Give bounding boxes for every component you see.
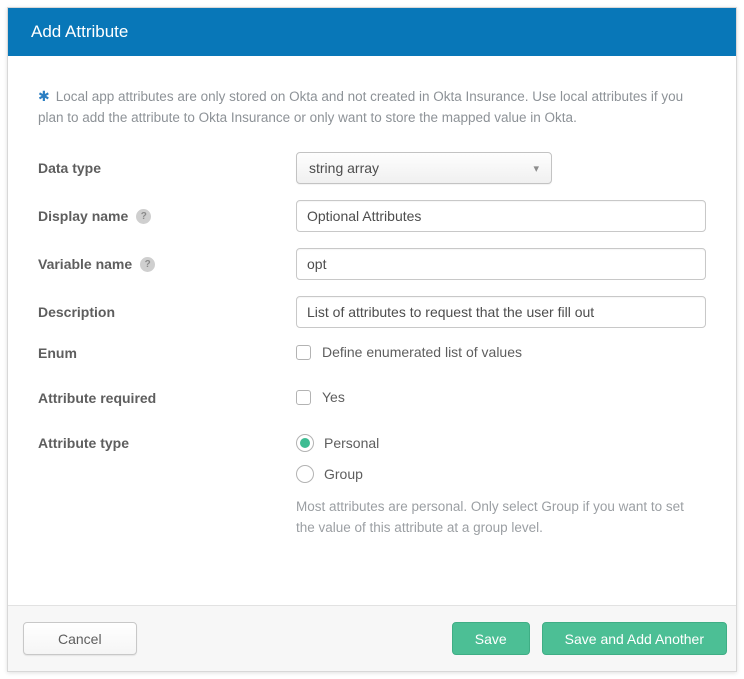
local-attribute-note: ✱Local app attributes are only stored on… <box>38 86 706 128</box>
description-label-text: Description <box>38 304 115 320</box>
radio-option-group[interactable]: Group <box>296 465 706 483</box>
cancel-button[interactable]: Cancel <box>23 622 137 655</box>
attribute-required-row: Attribute required Yes <box>38 389 706 406</box>
enum-checkbox-group: Define enumerated list of values <box>296 344 522 360</box>
attribute-required-label: Attribute required <box>38 389 296 406</box>
display-name-input[interactable] <box>296 200 706 232</box>
enum-checkbox-label: Define enumerated list of values <box>322 344 522 360</box>
data-type-label-text: Data type <box>38 160 101 176</box>
display-name-row: Display name ? <box>38 200 706 232</box>
attribute-type-help-text: Most attributes are personal. Only selec… <box>296 496 706 538</box>
enum-label: Enum <box>38 344 296 361</box>
variable-name-input[interactable] <box>296 248 706 280</box>
dialog-header: Add Attribute <box>8 8 736 56</box>
dialog-title: Add Attribute <box>31 22 128 42</box>
data-type-label: Data type <box>38 152 296 176</box>
radio-option-personal[interactable]: Personal <box>296 434 706 452</box>
help-icon[interactable]: ? <box>136 209 151 224</box>
attribute-type-options: Personal Group Most attributes are perso… <box>296 434 706 538</box>
attribute-required-label-text: Attribute required <box>38 390 156 406</box>
radio-icon-group[interactable] <box>296 465 314 483</box>
dialog-footer: Cancel Save Save and Add Another <box>8 605 736 671</box>
required-asterisk-icon: ✱ <box>38 88 50 104</box>
radio-label-group: Group <box>324 466 363 482</box>
save-and-add-another-button[interactable]: Save and Add Another <box>542 622 727 655</box>
display-name-label-text: Display name <box>38 208 128 224</box>
attribute-required-checkbox-group: Yes <box>296 389 345 405</box>
variable-name-label-text: Variable name <box>38 256 132 272</box>
description-row: Description <box>38 296 706 328</box>
data-type-row: Data type string array ▾ <box>38 152 706 184</box>
description-input[interactable] <box>296 296 706 328</box>
enum-row: Enum Define enumerated list of values <box>38 344 706 361</box>
variable-name-label: Variable name ? <box>38 248 296 272</box>
chevron-down-icon: ▾ <box>533 162 539 175</box>
variable-name-row: Variable name ? <box>38 248 706 280</box>
help-icon[interactable]: ? <box>140 257 155 272</box>
attribute-type-label-text: Attribute type <box>38 435 129 451</box>
add-attribute-dialog: Add Attribute ✱Local app attributes are … <box>7 7 737 672</box>
enum-checkbox[interactable] <box>296 345 311 360</box>
attribute-type-row: Attribute type Personal Group Most attri… <box>38 434 706 538</box>
dialog-body: ✱Local app attributes are only stored on… <box>8 56 736 605</box>
attribute-required-checkbox-label: Yes <box>322 389 345 405</box>
data-type-select[interactable]: string array ▾ <box>296 152 552 184</box>
radio-icon-personal[interactable] <box>296 434 314 452</box>
display-name-label: Display name ? <box>38 200 296 224</box>
radio-dot <box>300 438 310 448</box>
attribute-type-label: Attribute type <box>38 434 296 451</box>
description-label: Description <box>38 296 296 320</box>
enum-label-text: Enum <box>38 345 77 361</box>
attribute-required-checkbox[interactable] <box>296 390 311 405</box>
save-button[interactable]: Save <box>452 622 530 655</box>
radio-label-personal: Personal <box>324 435 379 451</box>
note-text: Local app attributes are only stored on … <box>38 89 683 125</box>
data-type-selected-value: string array <box>309 160 379 176</box>
